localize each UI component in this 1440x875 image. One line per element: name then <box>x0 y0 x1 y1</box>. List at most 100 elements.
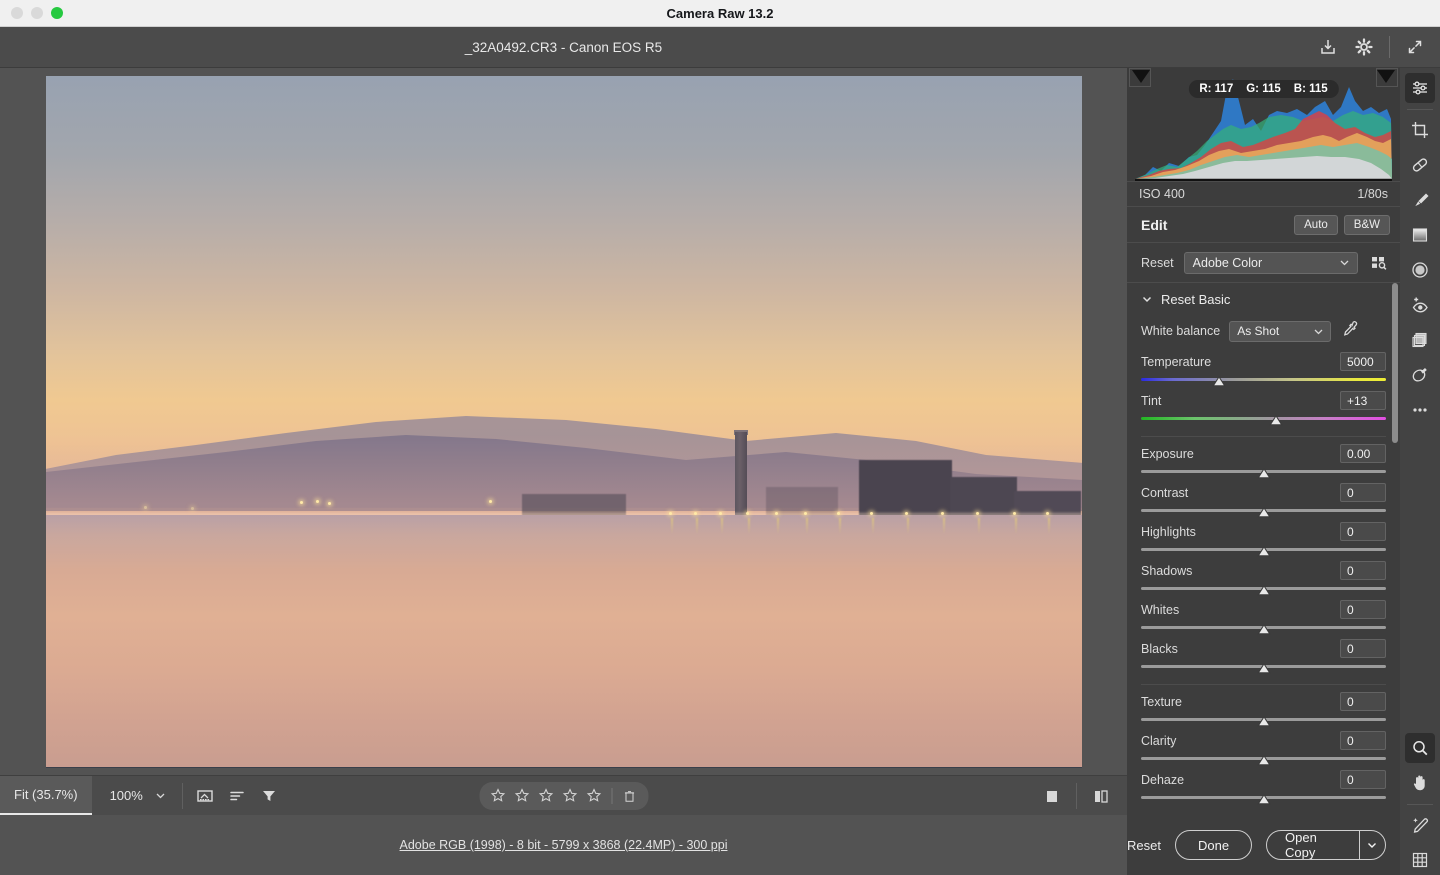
slider-handle[interactable] <box>1256 714 1271 727</box>
basic-section-header[interactable]: Reset Basic <box>1127 283 1400 315</box>
image-canvas[interactable] <box>0 68 1127 775</box>
open-copy-dropdown[interactable] <box>1360 831 1385 859</box>
hand-tool[interactable] <box>1405 768 1435 798</box>
slider-handle[interactable] <box>1256 622 1271 635</box>
auto-button[interactable]: Auto <box>1294 214 1338 235</box>
image-info-link[interactable]: Adobe RGB (1998) - 8 bit - 5799 x 3868 (… <box>400 838 728 852</box>
eyedropper-icon[interactable] <box>1340 319 1359 343</box>
red-eye-tool[interactable] <box>1405 290 1435 320</box>
slider-value[interactable]: 0 <box>1340 561 1386 580</box>
zoom-fit-button[interactable]: Fit (35.7%) <box>0 775 92 816</box>
edit-sliders-tool[interactable] <box>1405 73 1435 103</box>
slider-handle[interactable] <box>1256 466 1271 479</box>
slider-value[interactable]: 0 <box>1340 639 1386 658</box>
slider-value[interactable]: 0 <box>1340 731 1386 750</box>
slider-handle[interactable] <box>1256 753 1271 766</box>
star-outline-icon[interactable] <box>511 785 533 807</box>
slider-track-fill <box>1141 378 1386 381</box>
slider-label: Highlights <box>1141 524 1196 539</box>
crop-icon <box>1412 122 1428 138</box>
grid-overlay-tool[interactable] <box>1405 845 1435 875</box>
filter-icon[interactable] <box>253 780 285 812</box>
slider-value[interactable]: 0 <box>1340 600 1386 619</box>
zoom-tool[interactable] <box>1405 733 1435 763</box>
white-balance-label: White balance <box>1141 324 1221 338</box>
slider-track[interactable] <box>1141 505 1386 518</box>
white-balance-select[interactable]: As Shot <box>1229 320 1332 342</box>
bw-button[interactable]: B&W <box>1343 214 1390 235</box>
rgb-readout: R: 117 G: 115 B: 115 <box>1188 80 1339 98</box>
panel-scroll-thumb[interactable] <box>1392 283 1398 443</box>
photo-light-reflection <box>696 518 699 535</box>
slider-handle[interactable] <box>1256 661 1271 674</box>
adjustments-scroll-area[interactable]: Reset Basic White balance As Shot Temper… <box>1127 283 1400 868</box>
slider-handle[interactable] <box>1256 792 1271 805</box>
slider-handle[interactable] <box>1212 374 1226 387</box>
photo-light-reflection <box>805 518 808 535</box>
slider-value[interactable]: 5000 <box>1340 352 1386 371</box>
radial-filter-tool[interactable] <box>1405 255 1435 285</box>
slider-handle[interactable] <box>1256 505 1271 518</box>
crop-tool[interactable] <box>1405 115 1435 145</box>
histogram-panel[interactable]: R: 117 G: 115 B: 115 <box>1127 68 1400 181</box>
slider-track[interactable] <box>1141 661 1386 674</box>
presence-sliders: Texture 0 Clarity 0 Dehaze 0 <box>1127 691 1400 805</box>
slider-track[interactable] <box>1141 714 1386 727</box>
compare-view-icon[interactable] <box>1085 780 1117 812</box>
slider-track[interactable] <box>1141 544 1386 557</box>
brush-icon <box>1415 193 1429 207</box>
layers-stack-icon <box>1412 332 1427 348</box>
settings-gear-icon[interactable] <box>1347 31 1381 63</box>
slider-value[interactable]: 0.00 <box>1340 444 1386 463</box>
adjustment-brush-tool[interactable] <box>1405 185 1435 215</box>
slider-handle[interactable] <box>1269 413 1283 426</box>
zoom-level-dropdown[interactable]: 100% <box>92 776 176 816</box>
sort-icon[interactable] <box>221 780 253 812</box>
fullscreen-icon[interactable] <box>1398 31 1432 63</box>
slider-track[interactable] <box>1141 622 1386 635</box>
slider-track[interactable] <box>1141 753 1386 766</box>
slider-value[interactable]: +13 <box>1340 391 1386 410</box>
star-outline-icon[interactable] <box>487 785 509 807</box>
slider-value[interactable]: 0 <box>1340 522 1386 541</box>
slider-row: Tint +13 <box>1141 390 1386 411</box>
healing-tool[interactable] <box>1405 150 1435 180</box>
reset-button[interactable]: Reset <box>1127 838 1161 853</box>
slider-track[interactable] <box>1141 374 1386 387</box>
slider-value[interactable]: 0 <box>1340 770 1386 789</box>
single-view-icon[interactable] <box>1036 780 1068 812</box>
photo-city-light <box>143 505 147 509</box>
graduated-filter-tool[interactable] <box>1405 220 1435 250</box>
filmstrip-toggle-icon[interactable] <box>189 780 221 812</box>
slider-track[interactable] <box>1141 413 1386 426</box>
star-outline-icon[interactable] <box>583 785 605 807</box>
trash-icon[interactable] <box>618 785 640 807</box>
profile-reset-button[interactable]: Reset <box>1141 256 1174 270</box>
hand-icon <box>1413 775 1425 791</box>
slider-handle[interactable] <box>1256 583 1271 596</box>
star-outline-icon[interactable] <box>559 785 581 807</box>
camera-model: Canon EOS R5 <box>569 39 663 55</box>
star-outline-icon[interactable] <box>535 785 557 807</box>
done-button[interactable]: Done <box>1174 830 1253 860</box>
more-tools[interactable] <box>1405 395 1435 425</box>
profile-select[interactable]: Adobe Color <box>1183 251 1358 274</box>
white-balance-tool[interactable] <box>1405 810 1435 840</box>
slider-track[interactable] <box>1141 466 1386 479</box>
photo-waterfront-light <box>774 512 778 516</box>
slider-handle[interactable] <box>1256 544 1271 557</box>
slider-value[interactable]: 0 <box>1340 692 1386 711</box>
rating-divider <box>611 787 612 804</box>
slider-value[interactable]: 0 <box>1340 483 1386 502</box>
snapshots-tool[interactable] <box>1405 325 1435 355</box>
slider-track[interactable] <box>1141 792 1386 805</box>
panel-scrollbar[interactable] <box>1392 283 1398 868</box>
slider-track[interactable] <box>1141 583 1386 596</box>
chevron-down-icon <box>1142 296 1152 303</box>
slider-tint: Tint +13 <box>1141 390 1386 426</box>
profile-browser-icon[interactable] <box>1368 252 1390 274</box>
save-icon[interactable] <box>1311 31 1345 63</box>
section-divider <box>1141 684 1386 685</box>
open-copy-button[interactable]: Open Copy <box>1267 831 1359 859</box>
presets-tool[interactable] <box>1405 360 1435 390</box>
